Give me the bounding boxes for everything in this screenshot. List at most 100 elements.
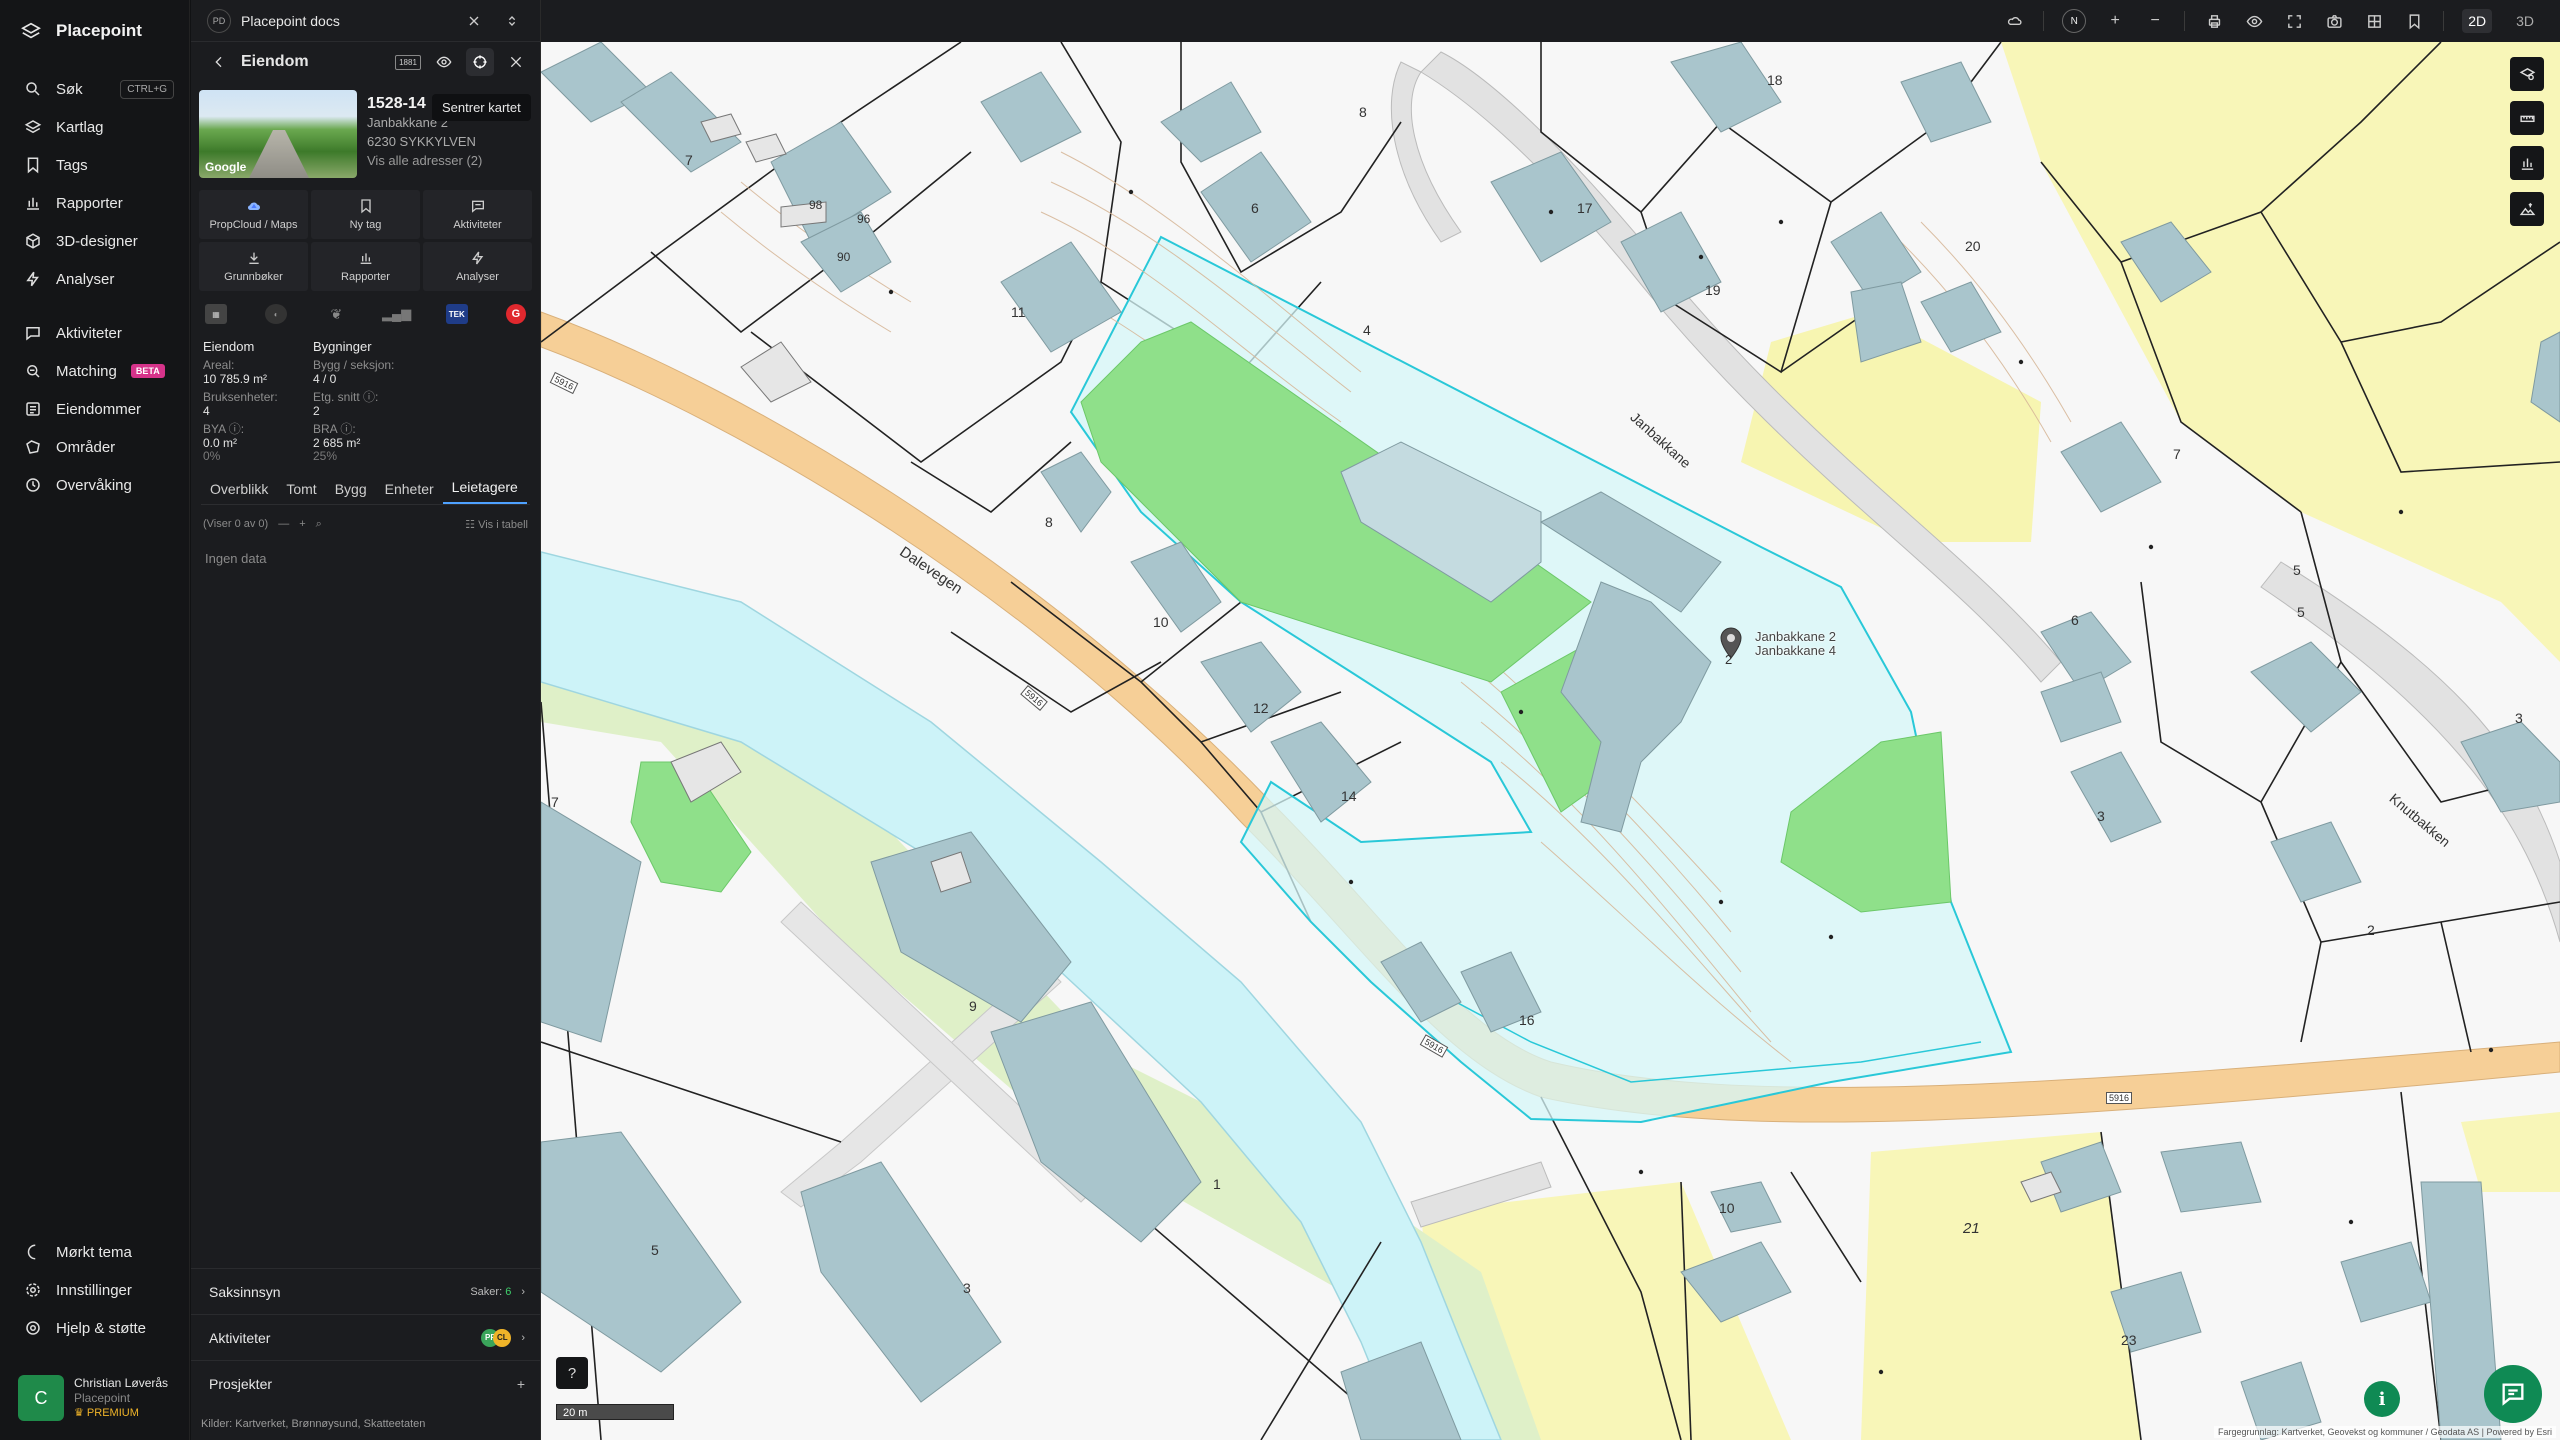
map-attribution[interactable]: Fargegrunnlag: Kartverket, Geovekst og k… <box>2213 1426 2556 1438</box>
house-number: 4 <box>1363 322 1371 338</box>
section-label: Saksinnsyn <box>209 1283 281 1300</box>
view-button[interactable] <box>430 48 458 76</box>
grunnboker-button[interactable]: Grunnbøker <box>199 242 308 291</box>
section-prosjekter[interactable]: Prosjekter + <box>191 1360 541 1406</box>
nav-item-eiendommer[interactable]: Eiendommer <box>0 390 190 428</box>
compass-button[interactable]: N <box>2062 9 2087 33</box>
action-label: Grunnbøker <box>224 271 283 283</box>
plan-label: PREMIUM <box>86 1406 139 1419</box>
house-number: 5 <box>651 1242 659 1258</box>
print-button[interactable] <box>2203 10 2225 32</box>
search-icon[interactable]: ⌕ <box>316 518 322 531</box>
propcloud-button[interactable]: PropCloud / Maps <box>199 190 308 239</box>
nav-item-help[interactable]: Hjelp & støtte <box>0 1309 190 1347</box>
house-number: 10 <box>1719 1200 1735 1216</box>
map-help-button[interactable]: ? <box>556 1357 588 1389</box>
nav-label: Mørkt tema <box>56 1243 132 1261</box>
tab-tomt[interactable]: Tomt <box>277 481 325 504</box>
layers-icon <box>24 120 42 134</box>
map-tool-layers-button[interactable] <box>2510 57 2544 91</box>
back-button[interactable] <box>205 48 233 76</box>
g-logo[interactable]: G <box>505 304 526 324</box>
street-view-photo[interactable]: Google <box>199 90 357 178</box>
nav-item-matching[interactable]: Matching BETA <box>0 352 190 390</box>
close-icon <box>510 56 522 68</box>
section-saksinnsyn[interactable]: Saksinnsyn Saker: 6 › <box>191 1268 541 1314</box>
house-number: 7 <box>2173 446 2181 462</box>
mode-3d-button[interactable]: 3D <box>2510 9 2540 33</box>
fact-value: 2 685 m² <box>313 436 526 450</box>
add-icon[interactable]: + <box>299 518 305 530</box>
1881-button[interactable]: 1881 <box>394 48 422 76</box>
zoom-out-button[interactable]: − <box>2144 10 2166 32</box>
all-addresses-link[interactable]: Vis alle adresser (2) <box>367 151 482 170</box>
nav-item-3d-designer[interactable]: 3D-designer <box>0 222 190 260</box>
nav-item-aktiviteter[interactable]: Aktiviteter <box>0 314 190 352</box>
tab-overblikk[interactable]: Overblikk <box>201 481 277 504</box>
nav-item-sok[interactable]: Søk CTRL+G <box>0 70 190 108</box>
fullscreen-button[interactable] <box>2283 10 2305 32</box>
close-workspace-button[interactable] <box>460 7 488 35</box>
globe-logo-icon[interactable]: ◐ <box>265 304 288 324</box>
action-label: Ny tag <box>349 219 382 231</box>
photo-road <box>249 130 309 178</box>
reports-button[interactable]: Rapporter <box>311 242 420 291</box>
map-canvas[interactable]: Dalevegen Janbakkane Knutbakken 5916 591… <box>541 42 2560 1440</box>
action-label: Rapporter <box>341 271 390 283</box>
tab-enheter[interactable]: Enheter <box>376 481 443 504</box>
visibility-button[interactable] <box>2243 10 2265 32</box>
close-panel-button[interactable] <box>502 48 530 76</box>
fact-label: Areal: <box>203 358 235 372</box>
collapse-icon[interactable]: — <box>278 518 289 530</box>
nav-item-dark-theme[interactable]: Mørkt tema <box>0 1233 190 1271</box>
tab-bygg[interactable]: Bygg <box>326 481 376 504</box>
bookmark-map-button[interactable] <box>2403 10 2425 32</box>
marker-label: Janbakkane 2 Janbakkane 4 <box>1755 630 1836 658</box>
nav-item-rapporter[interactable]: Rapporter <box>0 184 190 222</box>
facts-bygninger-title: Bygninger <box>313 339 372 354</box>
view-in-table-button[interactable]: ☷ Vis i tabell <box>465 518 528 531</box>
workspace-name[interactable]: Placepoint docs <box>241 13 450 29</box>
info-button[interactable]: i <box>2364 1381 2400 1417</box>
plant-logo-icon[interactable]: ❦ <box>325 304 347 324</box>
chat-button[interactable] <box>2484 1365 2542 1423</box>
nav-label: Hjelp & støtte <box>56 1319 147 1337</box>
nav-item-tags[interactable]: Tags <box>0 146 190 184</box>
house-number: 3 <box>963 1280 971 1296</box>
mode-2d-button[interactable]: 2D <box>2462 9 2493 33</box>
screenshot-button[interactable] <box>2323 10 2345 32</box>
separator <box>2443 11 2445 31</box>
grid-button[interactable] <box>2363 10 2385 32</box>
map-tool-elevation-button[interactable] <box>2510 192 2544 226</box>
eye-icon <box>2246 15 2263 27</box>
map-tool-chart-button[interactable] <box>2510 146 2544 180</box>
tab-leietagere[interactable]: Leietagere <box>442 479 527 504</box>
fact-label: Etg. snitt ⓘ: <box>313 390 379 404</box>
nav-item-omrader[interactable]: Områder <box>0 428 190 466</box>
chevron-updown-icon <box>508 15 516 26</box>
bars-logo-icon[interactable]: ▂▄▆ <box>382 304 411 324</box>
se-logo-icon[interactable]: ▦ <box>205 304 227 324</box>
nav-item-analyser[interactable]: Analyser <box>0 260 190 298</box>
avatar-chip: CL <box>493 1328 512 1347</box>
zoom-in-button[interactable]: + <box>2104 10 2126 32</box>
activities-button[interactable]: Aktiviteter <box>423 190 532 239</box>
nav-item-overvaking[interactable]: Overvåking <box>0 466 190 504</box>
brand[interactable]: Placepoint <box>20 20 142 42</box>
center-map-button[interactable] <box>466 48 494 76</box>
workspace-expand-button[interactable] <box>498 7 526 35</box>
new-tag-button[interactable]: Ny tag <box>311 190 420 239</box>
nav-item-settings[interactable]: Innstillinger <box>0 1271 190 1309</box>
nav-label: Områder <box>56 438 116 456</box>
saker-summary: Saker: 6 › <box>470 1286 525 1298</box>
analyses-button[interactable]: Analyser <box>423 242 532 291</box>
nav-item-kartlag[interactable]: Kartlag <box>0 108 190 146</box>
map-tool-measure-button[interactable] <box>2510 101 2544 135</box>
section-aktiviteter[interactable]: Aktiviteter PPCL › <box>191 1314 541 1360</box>
user-profile[interactable]: C Christian Løverås Placepoint ♛ PREMIUM <box>18 1372 178 1424</box>
buildings-3d-button[interactable] <box>2003 10 2025 32</box>
tek-logo[interactable]: TEK <box>445 304 468 324</box>
property-tabs: Overblikk Tomt Bygg Enheter Leietagere <box>201 477 530 505</box>
property-panel: PD Placepoint docs Eiendom 1881 Google 1… <box>191 0 541 1440</box>
add-project[interactable]: + <box>517 1376 525 1392</box>
